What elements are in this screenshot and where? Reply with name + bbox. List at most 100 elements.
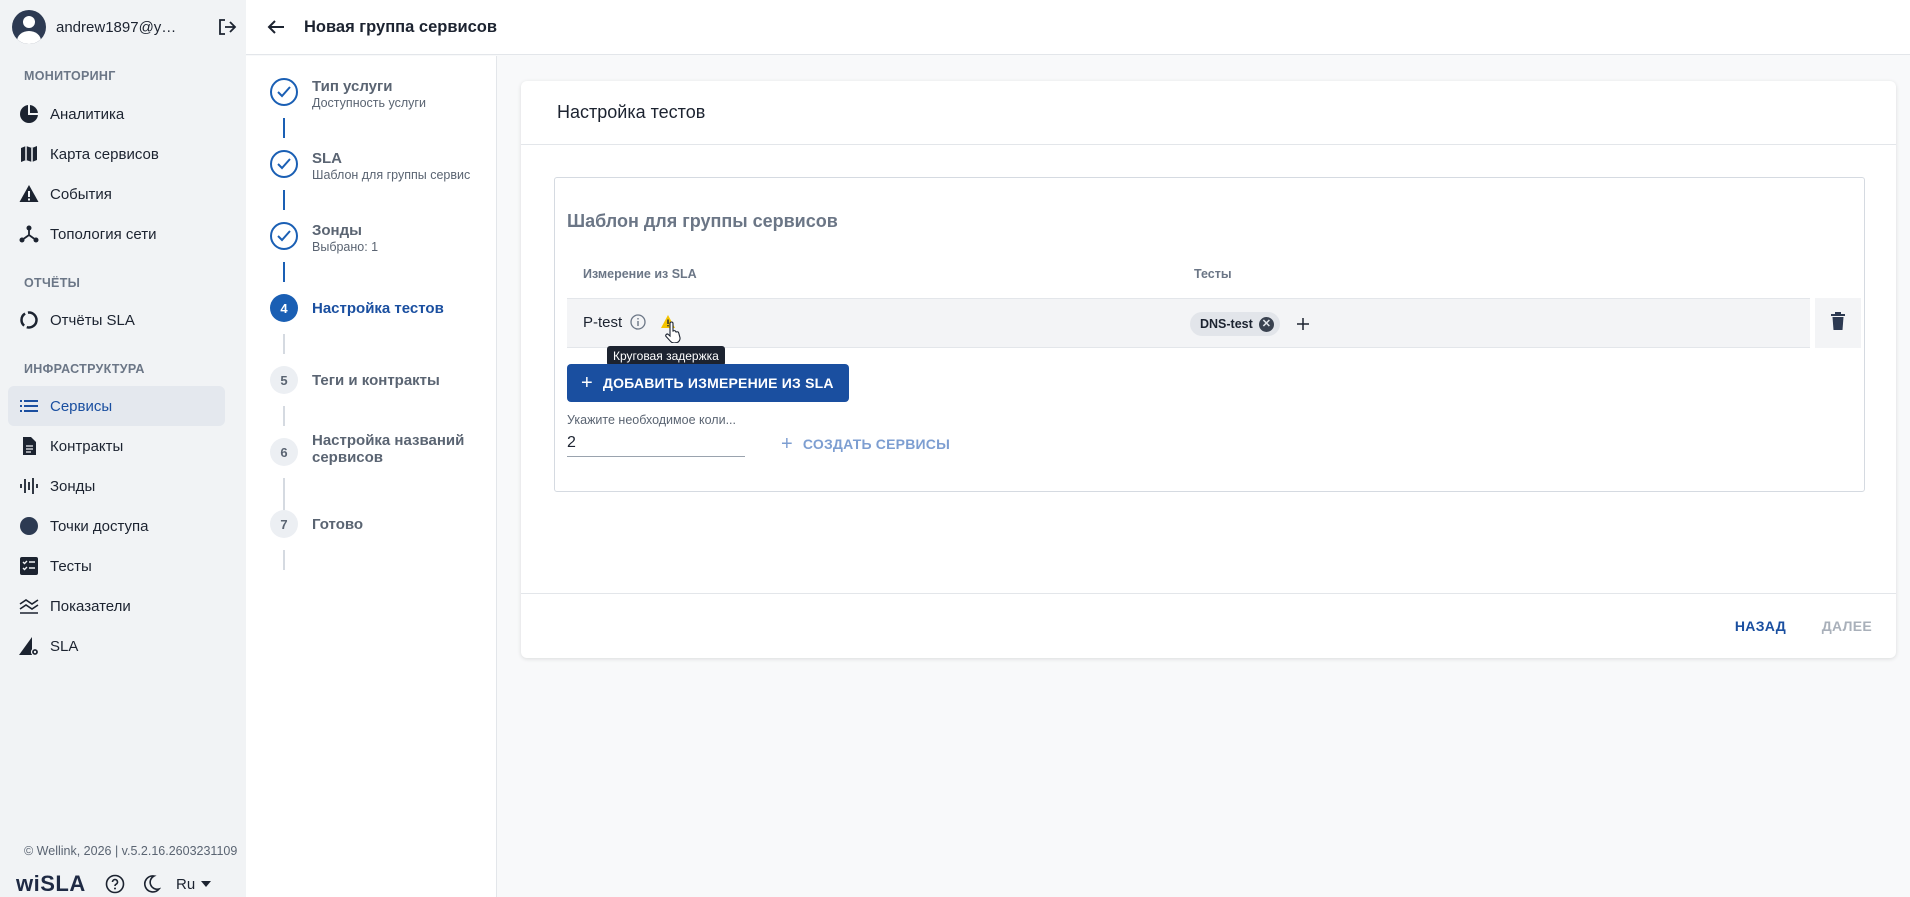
sla-icon (18, 635, 40, 657)
plus-icon: + (581, 372, 593, 394)
back-button[interactable]: НАЗАД (1735, 618, 1786, 634)
step-subtitle: Доступность услуги (312, 96, 426, 110)
step-connector (283, 550, 285, 570)
sidebar-item-label: Аналитика (50, 105, 125, 123)
user-row[interactable]: andrew1897@yan... (12, 10, 238, 44)
check-icon (270, 78, 298, 106)
chip-label: DNS-test (1200, 317, 1253, 331)
info-icon[interactable] (629, 313, 647, 331)
add-test-icon[interactable] (1296, 317, 1310, 331)
step-subtitle: Выбрано: 1 (312, 240, 379, 254)
metrics-icon (18, 595, 40, 617)
tests-settings-card: Настройка тестов Шаблон для группы серви… (521, 81, 1896, 658)
sidebar-item-service-map[interactable]: Карта сервисов (8, 134, 225, 174)
template-panel: Шаблон для группы сервисов Измерение из … (554, 177, 1865, 492)
add-measurement-button[interactable]: + ДОБАВИТЬ ИЗМЕРЕНИЕ ИЗ SLA (567, 364, 849, 402)
sidebar-item-sla[interactable]: SLA (8, 626, 225, 666)
step-6[interactable]: 6 Настройка названий сервисов (270, 432, 472, 466)
step-4[interactable]: 4 Настройка тестов (270, 294, 444, 322)
logout-icon[interactable] (216, 16, 238, 38)
step-number: 4 (270, 294, 298, 322)
footer-bar: wiSLA Ru (16, 871, 212, 896)
column-header-measurement: Измерение из SLA (583, 267, 697, 281)
copyright: © Wellink, 2026 | v.5.2.16.2603231109 (24, 844, 238, 858)
table-row: P-test DNS-test ✕ (567, 298, 1810, 348)
report-icon (18, 309, 40, 331)
next-button[interactable]: ДАЛЕЕ (1822, 618, 1872, 634)
test-chip[interactable]: DNS-test ✕ (1190, 312, 1280, 336)
quantity-input[interactable] (567, 429, 745, 457)
step-number: 6 (270, 438, 298, 466)
button-label: СОЗДАТЬ СЕРВИСЫ (802, 436, 950, 452)
section-title-reports: ОТЧЁТЫ (24, 276, 81, 290)
probes-icon (18, 475, 40, 497)
language-value: Ru (176, 875, 196, 893)
sidebar-item-contracts[interactable]: Контракты (8, 426, 225, 466)
sidebar-item-analytics[interactable]: Аналитика (8, 94, 225, 134)
sidebar-item-topology[interactable]: Топология сети (8, 214, 225, 254)
delete-row-button[interactable] (1815, 298, 1861, 348)
card-title: Настройка тестов (557, 102, 706, 122)
sidebar-item-sla-reports[interactable]: Отчёты SLA (8, 300, 225, 340)
sidebar-item-tests[interactable]: Тесты (8, 546, 225, 586)
document-icon (18, 435, 40, 457)
help-icon[interactable] (104, 873, 126, 895)
create-services-button[interactable]: + СОЗДАТЬ СЕРВИСЫ (781, 434, 950, 454)
plus-icon: + (781, 433, 793, 455)
step-subtitle: Шаблон для группы сервис (312, 168, 471, 182)
check-icon (270, 222, 298, 250)
measurement-name: P-test (583, 314, 623, 331)
step-title: Зонды (312, 222, 362, 239)
step-title: Готово (312, 516, 364, 533)
sidebar-item-access-points[interactable]: Точки доступа (8, 506, 225, 546)
sidebar-item-label: Карта сервисов (50, 145, 159, 163)
section-title-monitoring: МОНИТОРИНГ (24, 69, 116, 83)
tests-icon (18, 555, 40, 577)
chevron-down-icon (201, 881, 212, 887)
sidebar-item-label: SLA (50, 637, 79, 655)
stepper: Тип услуги Доступность услуги SLA Шаблон… (246, 56, 497, 897)
sidebar-item-label: Показатели (50, 597, 131, 615)
language-select[interactable]: Ru (176, 875, 212, 893)
header: Новая группа сервисов (246, 0, 1910, 55)
step-3[interactable]: Зонды Выбрано: 1 (270, 222, 378, 255)
sidebar-item-probes[interactable]: Зонды (8, 466, 225, 506)
sidebar-item-label: Сервисы (50, 397, 113, 415)
sidebar-item-label: Зонды (50, 477, 96, 495)
page-title: Новая группа сервисов (304, 17, 498, 36)
theme-toggle-icon[interactable] (140, 873, 162, 895)
step-title: Теги и контракты (312, 372, 440, 389)
step-1[interactable]: Тип услуги Доступность услуги (270, 78, 426, 111)
step-connector (283, 406, 285, 426)
step-title: Настройка названий сервисов (312, 432, 465, 466)
sidebar-item-label: Тесты (50, 557, 92, 575)
step-7[interactable]: 7 Готово (270, 510, 363, 538)
step-title: Настройка тестов (312, 300, 444, 317)
chip-remove-icon[interactable]: ✕ (1258, 316, 1274, 332)
avatar[interactable] (12, 10, 46, 44)
logo: wiSLA (16, 871, 86, 896)
sidebar-item-label: События (50, 185, 112, 203)
divider (521, 593, 1896, 594)
user-name: andrew1897@yan... (56, 18, 184, 36)
sidebar: andrew1897@yan... МОНИТОРИНГ Аналитика К… (0, 0, 246, 897)
step-connector (283, 190, 285, 210)
warning-icon (18, 183, 40, 205)
step-2[interactable]: SLA Шаблон для группы сервис (270, 150, 470, 183)
sidebar-item-label: Контракты (50, 437, 124, 455)
sidebar-item-metrics[interactable]: Показатели (8, 586, 225, 626)
step-connector (283, 334, 285, 354)
sidebar-item-label: Топология сети (50, 225, 157, 243)
sidebar-item-label: Отчёты SLA (50, 311, 135, 329)
step-5[interactable]: 5 Теги и контракты (270, 366, 440, 394)
section-title-infrastructure: ИНФРАСТРУКТУРА (24, 362, 145, 376)
step-title: SLA (312, 150, 342, 167)
step-connector (283, 118, 285, 138)
back-arrow-icon[interactable] (264, 15, 288, 39)
sidebar-item-services[interactable]: Сервисы (8, 386, 225, 426)
button-label: ДОБАВИТЬ ИЗМЕРЕНИЕ ИЗ SLA (602, 375, 834, 391)
template-title: Шаблон для группы сервисов (567, 211, 838, 231)
step-connector (283, 262, 285, 282)
sidebar-item-events[interactable]: События (8, 174, 225, 214)
divider (521, 144, 1896, 145)
